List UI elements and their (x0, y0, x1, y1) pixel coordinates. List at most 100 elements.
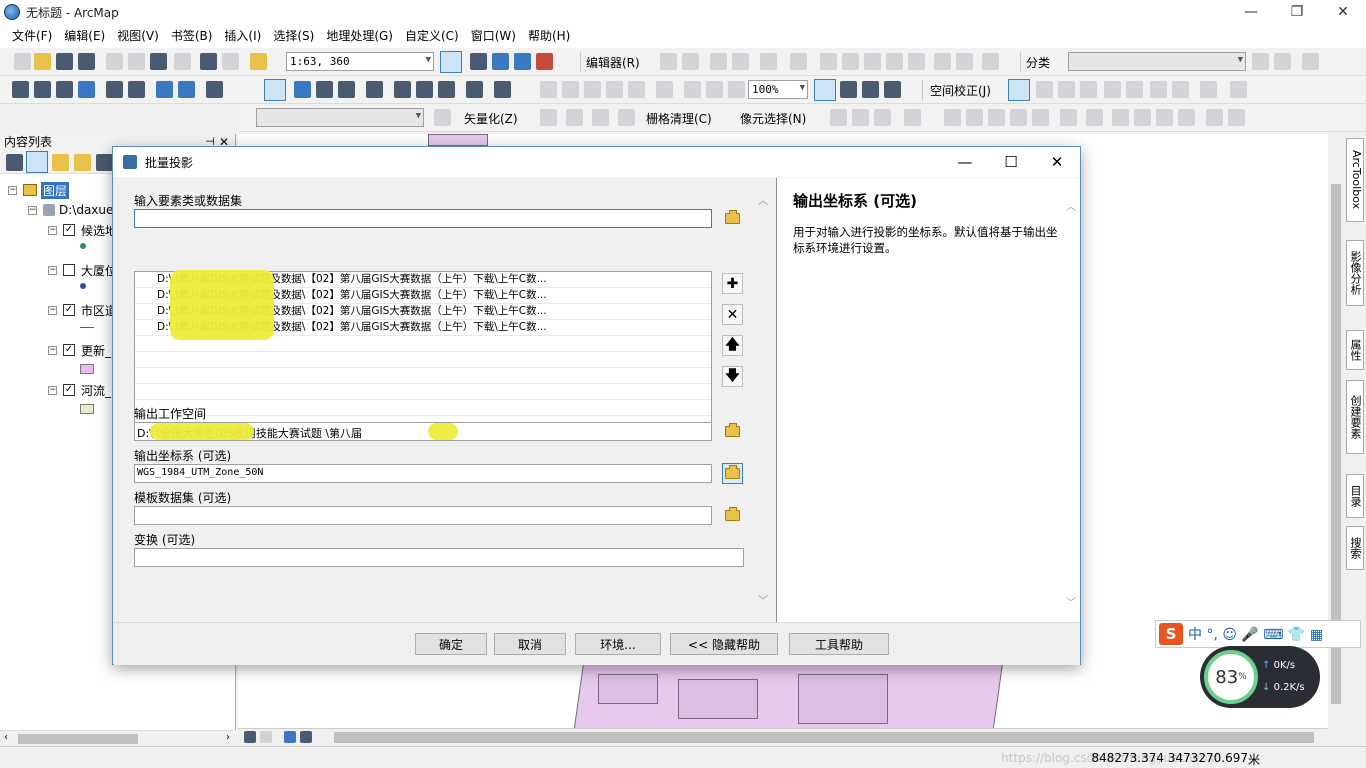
collapse-icon[interactable]: − (28, 205, 37, 215)
catalog-window-icon[interactable] (492, 53, 509, 70)
cell-selection-menu[interactable]: 像元选择(N) (740, 110, 806, 127)
data-folder-node[interactable]: − D:\daxue (28, 202, 113, 218)
layer-row[interactable]: − ✓ 更新_ (48, 342, 111, 358)
raster-brush-icon[interactable] (1086, 109, 1103, 126)
georef-adjust-1-icon[interactable] (944, 109, 961, 126)
georef-adjust-4-icon[interactable] (1010, 109, 1027, 126)
raster-erase-icon[interactable] (1060, 109, 1077, 126)
delete-icon[interactable] (174, 53, 191, 70)
limited-adjust-icon[interactable] (1126, 81, 1143, 98)
editor-toolbar-toggle[interactable] (440, 51, 462, 73)
point-icon[interactable] (790, 53, 807, 70)
georef-tool-7-icon[interactable] (684, 81, 701, 98)
layout-tool-4-icon[interactable] (884, 81, 901, 98)
list-by-source-button[interactable] (26, 151, 48, 173)
georef-tool-3-icon[interactable] (584, 81, 601, 98)
menu-edit[interactable]: 编辑(E) (58, 24, 111, 48)
fixed-zoom-out-icon[interactable] (128, 81, 145, 98)
layers-root[interactable]: − 图层 (8, 181, 70, 199)
raster-tool-a-icon[interactable] (1112, 109, 1129, 126)
trace-icon[interactable] (760, 53, 777, 70)
move-down-button[interactable]: 🡇 (722, 366, 743, 387)
add-data-icon[interactable] (250, 53, 267, 70)
spatial-adjust-select-button[interactable] (1008, 79, 1030, 101)
network-monitor-widget[interactable]: 83% ↑ 0K/s ↓ 0.2K/s (1200, 646, 1320, 708)
zoom-out-icon[interactable] (34, 81, 51, 98)
raster-tool-e-icon[interactable] (1206, 109, 1223, 126)
arctoolbox-tab[interactable]: ArcToolbox (1346, 138, 1364, 222)
raster-layer-combo[interactable]: ▼ (256, 108, 424, 127)
fixed-zoom-in-icon[interactable] (106, 81, 123, 98)
print-icon[interactable] (78, 53, 95, 70)
raster-tool-c-icon[interactable] (1156, 109, 1173, 126)
multi-displacement-icon[interactable] (1080, 81, 1097, 98)
georef-tool-1-icon[interactable] (540, 81, 557, 98)
spatial-adjustment-menu[interactable]: 空间校正(J) (930, 82, 991, 99)
arctoolbox-icon[interactable] (536, 53, 553, 70)
browse-workspace-button[interactable] (722, 421, 743, 442)
remove-row-button[interactable]: ✕ (722, 304, 743, 325)
vectorization-menu[interactable]: 矢量化(Z) (464, 110, 518, 127)
layer-visibility-checkbox[interactable]: ✓ (63, 384, 75, 396)
find-route-icon[interactable] (416, 81, 433, 98)
layer-visibility-checkbox[interactable]: ✓ (63, 344, 75, 356)
menu-view[interactable]: 视图(V) (111, 24, 165, 48)
identify-icon[interactable] (294, 81, 311, 98)
scroll-down-icon[interactable]: ﹀ (1066, 594, 1076, 609)
redo-icon[interactable] (222, 53, 239, 70)
refresh-icon[interactable] (284, 731, 296, 743)
toc-horizontal-scrollbar[interactable]: ‹ › (0, 730, 236, 746)
ime-toolbar[interactable]: S 中 °, ☺ 🎤 ⌨ 👕 ▦ (1155, 620, 1361, 648)
layout-view-icon[interactable] (260, 731, 272, 743)
raster-tool-b-icon[interactable] (1134, 109, 1151, 126)
scroll-thumb[interactable] (18, 734, 138, 744)
raster-fill-icon[interactable] (618, 109, 635, 126)
scroll-right-icon[interactable]: › (226, 732, 230, 743)
toc-options-icon[interactable] (96, 154, 113, 171)
menu-selection[interactable]: 选择(S) (267, 24, 320, 48)
close-button[interactable]: ✕ (1320, 0, 1366, 24)
search-window-icon[interactable] (514, 53, 531, 70)
scroll-down-icon[interactable]: ﹀ (758, 592, 768, 607)
editor-menu[interactable]: 编辑器(R) (586, 54, 640, 71)
browse-input-button[interactable] (722, 208, 743, 229)
dialog-minimize-button[interactable]: — (942, 147, 988, 177)
symbology-icon[interactable] (1302, 53, 1319, 70)
raster-cleanup-menu[interactable]: 栅格清理(C) (646, 110, 712, 127)
scroll-up-icon[interactable]: ︿ (1066, 198, 1076, 213)
menu-geoprocessing[interactable]: 地理处理(G) (320, 24, 399, 48)
move-up-button[interactable]: 🡅 (722, 335, 743, 356)
georef-tool-2-icon[interactable] (562, 81, 579, 98)
classify-options-icon[interactable] (1274, 53, 1291, 70)
georef-adjust-5-icon[interactable] (1032, 109, 1049, 126)
georef-tool-8-icon[interactable] (706, 81, 723, 98)
split-icon[interactable] (886, 53, 903, 70)
paste-icon[interactable] (150, 53, 167, 70)
back-extent-icon[interactable] (156, 81, 173, 98)
cut-icon[interactable] (106, 53, 123, 70)
menu-bookmarks[interactable]: 书签(B) (165, 24, 219, 48)
find-icon[interactable] (394, 81, 411, 98)
measure-icon[interactable] (366, 81, 383, 98)
list-by-drawing-order-icon[interactable] (6, 154, 23, 171)
collapse-icon[interactable]: − (48, 265, 57, 275)
rotate-icon[interactable] (908, 53, 925, 70)
table-of-contents-icon[interactable] (470, 53, 487, 70)
ok-button[interactable]: 确定 (415, 633, 487, 655)
layer-row[interactable]: − ✓ 候选地 (48, 222, 117, 238)
new-document-icon[interactable] (14, 53, 31, 70)
create-features-icon[interactable] (982, 53, 999, 70)
georef-tool-6-icon[interactable] (656, 81, 673, 98)
layout-tool-2-icon[interactable] (840, 81, 857, 98)
go-to-xy-icon[interactable] (438, 81, 455, 98)
output-crs-field[interactable]: WGS_1984_UTM_Zone_50N (134, 464, 712, 483)
cancel-button[interactable]: 取消 (494, 633, 566, 655)
layer-row[interactable]: − ✓ 河流_ (48, 382, 111, 398)
hide-help-button[interactable]: << 隐藏帮助 (670, 633, 778, 655)
edit-vertices-icon[interactable] (820, 53, 837, 70)
collapse-icon[interactable]: − (48, 225, 57, 235)
attributes-tab[interactable]: 属性 (1346, 330, 1364, 370)
map-horizontal-scroll-thumb[interactable] (334, 732, 1314, 743)
add-row-button[interactable]: ✚ (722, 273, 743, 294)
menu-windows[interactable]: 窗口(W) (465, 24, 522, 48)
